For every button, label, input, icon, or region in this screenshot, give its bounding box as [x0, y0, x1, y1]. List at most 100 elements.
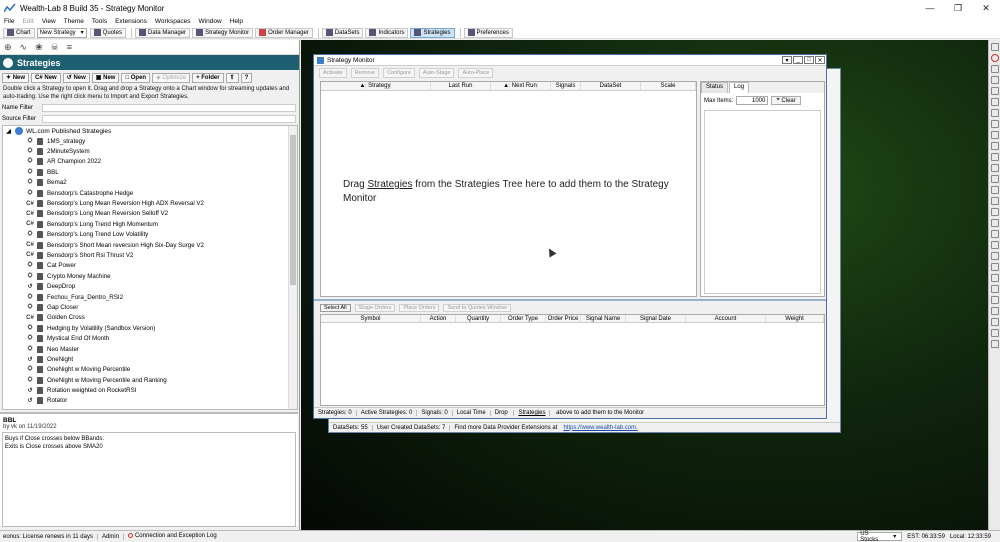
- tree-item[interactable]: ⛭ Cat Power: [3, 261, 297, 271]
- max-items-stepper[interactable]: 1000: [736, 96, 769, 105]
- tree-item[interactable]: ↺ Rotation weighted on RocketRSI: [3, 385, 297, 395]
- no-entry-icon[interactable]: [991, 54, 999, 62]
- open-button[interactable]: □ Open: [121, 72, 151, 83]
- brain-icon[interactable]: ❀: [35, 42, 43, 53]
- menu-help[interactable]: Help: [230, 18, 243, 25]
- tree-item[interactable]: C# Bensdorp's Long Trend High Momentum: [3, 219, 297, 229]
- tree-scrollbar[interactable]: [288, 126, 297, 409]
- column-last-run[interactable]: Last Run: [431, 82, 491, 90]
- minimize-icon[interactable]: _: [793, 56, 803, 64]
- menu-theme[interactable]: Theme: [64, 18, 84, 25]
- tool-icon[interactable]: [991, 98, 999, 106]
- orders-grid[interactable]: Symbol Action Quantity Order Type Order …: [320, 314, 825, 406]
- tree-item[interactable]: ⛭ BBL: [3, 167, 297, 177]
- column-next-run[interactable]: ▲ Next Run: [491, 82, 551, 90]
- column-strategy[interactable]: ▲ Strategy: [321, 82, 431, 90]
- configure-button[interactable]: Configure: [383, 67, 415, 78]
- remove-button[interactable]: Remove: [350, 67, 380, 78]
- tool-icon[interactable]: [991, 153, 999, 161]
- column-signal-date[interactable]: Signal Date: [626, 315, 686, 322]
- tree-item[interactable]: ⛭ Bensdorp's Long Trend Low Volatility: [3, 230, 297, 240]
- menu-view[interactable]: View: [42, 18, 56, 25]
- tab-log[interactable]: Log: [729, 82, 750, 93]
- tool-icon[interactable]: [991, 307, 999, 315]
- new-metastrategy-button[interactable]: ▣ New: [91, 72, 120, 83]
- send-to-quotes-button[interactable]: Send to Quotes Window: [443, 304, 511, 312]
- panel-splitter[interactable]: [314, 299, 826, 301]
- tool-icon[interactable]: [991, 274, 999, 282]
- tool-icon[interactable]: [991, 263, 999, 271]
- tree-item[interactable]: ↺ Rotator: [3, 396, 297, 406]
- tool-icon[interactable]: [991, 197, 999, 205]
- connection-log-link[interactable]: Connection and Exception Log: [127, 533, 221, 540]
- chart-button[interactable]: Chart: [3, 27, 35, 38]
- monitor-strategy-grid[interactable]: ▲ Strategy Last Run ▲ Next Run Signals D…: [320, 81, 697, 297]
- tab-status[interactable]: Status: [701, 82, 729, 93]
- strategies-button[interactable]: Strategies: [410, 27, 455, 38]
- books-icon[interactable]: ≡: [67, 42, 72, 52]
- tool-icon[interactable]: [991, 230, 999, 238]
- tool-icon[interactable]: [991, 87, 999, 95]
- column-quantity[interactable]: Quantity: [456, 315, 501, 322]
- tool-icon[interactable]: [991, 164, 999, 172]
- tree-item[interactable]: C# Bensdorp's Short Mean reversion High S…: [3, 240, 297, 250]
- indicators-button[interactable]: Indicators: [365, 27, 409, 38]
- column-account[interactable]: Account: [686, 315, 766, 322]
- close-icon[interactable]: ✕: [972, 0, 1000, 16]
- minimize-icon[interactable]: —: [916, 0, 944, 16]
- activate-button[interactable]: Activate: [319, 67, 347, 78]
- order-manager-button[interactable]: Order Manager: [255, 27, 313, 38]
- tool-icon[interactable]: [991, 208, 999, 216]
- tree-item[interactable]: ⛭ 1MS_strategy: [3, 136, 297, 146]
- tool-icon[interactable]: [991, 142, 999, 150]
- new-csharp-button[interactable]: C# New: [31, 72, 61, 83]
- help-button[interactable]: ?: [240, 72, 253, 83]
- tree-item[interactable]: ⛭ Gap Closer: [3, 302, 297, 312]
- optimize-button[interactable]: ◈ Optimize: [152, 72, 191, 83]
- select-all-button[interactable]: Select All: [320, 304, 351, 312]
- tool-icon[interactable]: [991, 219, 999, 227]
- close-icon[interactable]: ✕: [815, 56, 825, 64]
- tool-icon[interactable]: [991, 329, 999, 337]
- tree-item[interactable]: ⛭ Fechou_Fora_Dentro_RSI2: [3, 292, 297, 302]
- tree-item[interactable]: ⛭ OneNight w Moving Percentile and Rankin…: [3, 375, 297, 385]
- admin-label[interactable]: Admin: [102, 533, 124, 540]
- name-filter-input[interactable]: [42, 104, 296, 112]
- collapse-button[interactable]: ⇧: [225, 72, 239, 83]
- column-action[interactable]: Action: [421, 315, 456, 322]
- wealth-lab-link[interactable]: https://www.wealth-lab.com.: [563, 425, 641, 431]
- quotes-button[interactable]: Quotes: [89, 27, 127, 38]
- globe-icon[interactable]: ⊕: [4, 42, 12, 53]
- new-building-block-button[interactable]: ✦ New: [2, 72, 30, 83]
- tree-item[interactable]: ⛭ 2MinuteSystem: [3, 146, 297, 156]
- market-select[interactable]: US Stocks ▾: [857, 531, 903, 542]
- menu-window[interactable]: Window: [199, 18, 222, 25]
- tree-item[interactable]: C# Bensdorp's Short Rsi Thrust V2: [3, 250, 297, 260]
- clear-button[interactable]: ⌖ Clear: [771, 96, 801, 105]
- pointer-icon[interactable]: [991, 43, 999, 51]
- tree-item[interactable]: ↺ OneNight: [3, 354, 297, 364]
- tool-icon[interactable]: [991, 175, 999, 183]
- tool-icon[interactable]: [991, 120, 999, 128]
- pin-icon[interactable]: ▾: [782, 56, 792, 64]
- new-rotation-button[interactable]: ↺ New: [62, 72, 90, 83]
- maximize-icon[interactable]: ❐: [944, 0, 972, 16]
- column-order-type[interactable]: Order Type: [501, 315, 546, 322]
- column-dataset[interactable]: DataSet: [581, 82, 641, 90]
- tree-item[interactable]: ⛭ Hedging by Volatility (Sandbox Version): [3, 323, 297, 333]
- scrollbar-thumb[interactable]: [290, 135, 296, 285]
- menu-file[interactable]: File: [4, 18, 14, 25]
- tree-item[interactable]: C# Bensdorp's Long Mean Reversion High AD…: [3, 198, 297, 208]
- new-strategy-dropdown[interactable]: New Strategy ▾: [36, 27, 87, 38]
- place-orders-button[interactable]: Place Orders: [399, 304, 440, 312]
- preferences-button[interactable]: Preferences: [463, 27, 513, 38]
- tree-item[interactable]: ⛭ Neo Master: [3, 344, 297, 354]
- data-manager-button[interactable]: Data Manager: [135, 27, 191, 38]
- dna-icon[interactable]: ☠: [51, 42, 59, 53]
- auto-stage-button[interactable]: Auto-Stage: [418, 67, 455, 78]
- source-filter-input[interactable]: [42, 115, 296, 123]
- column-signals[interactable]: Signals: [551, 82, 581, 90]
- tree-item[interactable]: C# Bensdorp's Long Mean Reversion Selloff…: [3, 209, 297, 219]
- tool-icon[interactable]: [991, 285, 999, 293]
- tree-item[interactable]: ⛭ Bema2: [3, 178, 297, 188]
